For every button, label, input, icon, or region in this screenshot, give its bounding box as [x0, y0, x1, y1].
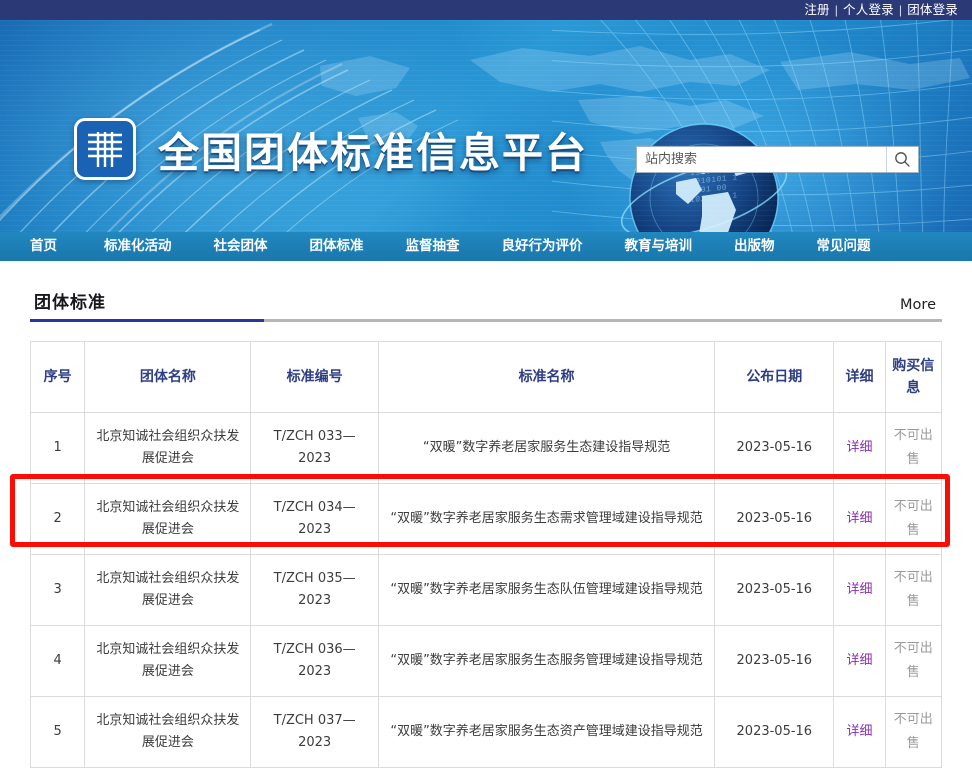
- main-navigation: 首页 标准化活动 社会团体 团体标准 监督抽查 良好行为评价 教育与培训 出版物…: [0, 232, 972, 263]
- site-search: [636, 146, 919, 173]
- search-icon: [895, 152, 910, 167]
- nav-item-activities[interactable]: 标准化活动: [83, 231, 193, 262]
- purchase-status: 不可出售: [893, 712, 933, 751]
- table-row[interactable]: 5 北京知诚社会组织众扶发展促进会 T/ZCH 037—2023 “双暖”数字养…: [29, 696, 943, 768]
- nav-item-group-standards[interactable]: 团体标准: [289, 231, 385, 262]
- cell-code: T/ZCH 036—2023: [250, 625, 379, 697]
- cell-purchase: 不可出售: [884, 696, 943, 768]
- search-input[interactable]: [637, 147, 886, 172]
- purchase-status: 不可出售: [893, 570, 933, 609]
- more-link[interactable]: More: [900, 297, 942, 313]
- nav-item-faq[interactable]: 常见问题: [796, 231, 892, 262]
- site-banner: 0101000 0 110010 0 0010101 1 1101 00 102…: [0, 20, 972, 232]
- cell-org: 北京知诚社会组织众扶发展促进会: [84, 483, 252, 555]
- col-header-org: 团体名称: [84, 341, 252, 413]
- purchase-status: 不可出售: [893, 428, 933, 467]
- col-header-seq: 序号: [29, 341, 86, 413]
- cell-detail: 详细: [833, 554, 886, 626]
- cell-name: “双暖”数字养老居家服务生态服务管理域建设指导规范: [377, 625, 716, 697]
- purchase-status: 不可出售: [893, 499, 933, 538]
- cell-org: 北京知诚社会组织众扶发展促进会: [84, 412, 252, 484]
- nav-item-supervision[interactable]: 监督抽查: [385, 231, 481, 262]
- standards-table: 序号 团体名称 标准编号 标准名称 公布日期 详细 购买信息 1 北京知诚社会组…: [29, 341, 943, 768]
- nav-item-publications[interactable]: 出版物: [713, 231, 796, 262]
- cell-purchase: 不可出售: [884, 554, 943, 626]
- cell-code: T/ZCH 037—2023: [250, 696, 379, 768]
- cell-name: “双暖”数字养老居家服务生态资产管理域建设指导规范: [377, 696, 716, 768]
- personal-login-link[interactable]: 个人登录: [839, 0, 898, 20]
- col-header-detail: 详细: [833, 341, 886, 413]
- search-button[interactable]: [886, 147, 918, 172]
- table-header-row: 序号 团体名称 标准编号 标准名称 公布日期 详细 购买信息: [29, 341, 943, 413]
- cell-purchase: 不可出售: [884, 412, 943, 484]
- page-title: 团体标准: [34, 293, 106, 313]
- detail-link[interactable]: 详细: [846, 511, 872, 526]
- cell-name: “双暖”数字养老居家服务生态需求管理域建设指导规范: [377, 483, 716, 555]
- cell-name: “双暖”数字养老居家服务生态队伍管理域建设指导规范: [377, 554, 716, 626]
- cell-org: 北京知诚社会组织众扶发展促进会: [84, 696, 252, 768]
- brand-block: 全国团体标准信息平台: [74, 118, 588, 180]
- nav-item-associations[interactable]: 社会团体: [193, 231, 289, 262]
- cell-seq: 1: [29, 412, 86, 484]
- nav-item-home[interactable]: 首页: [16, 231, 83, 262]
- cell-date: 2023-05-16: [714, 483, 835, 555]
- cell-code: T/ZCH 033—2023: [250, 412, 379, 484]
- table-row[interactable]: 4 北京知诚社会组织众扶发展促进会 T/ZCH 036—2023 “双暖”数字养…: [29, 625, 943, 697]
- page-content: 团体标准 More 序号 团体名称 标准编号 标准名称 公布日期 详细 购买信息…: [0, 277, 972, 768]
- top-utility-bar: 注册 | 个人登录 | 团体登录: [0, 0, 972, 20]
- table-row[interactable]: 3 北京知诚社会组织众扶发展促进会 T/ZCH 035—2023 “双暖”数字养…: [29, 554, 943, 626]
- nav-item-good-practice[interactable]: 良好行为评价: [481, 231, 604, 262]
- cell-date: 2023-05-16: [714, 625, 835, 697]
- section-underline: [30, 319, 942, 322]
- account-links: 注册 | 个人登录 | 团体登录: [800, 0, 962, 20]
- cell-code: T/ZCH 035—2023: [250, 554, 379, 626]
- cell-seq: 2: [29, 483, 86, 555]
- standards-table-wrap: 序号 团体名称 标准编号 标准名称 公布日期 详细 购买信息 1 北京知诚社会组…: [10, 341, 950, 768]
- cell-org: 北京知诚社会组织众扶发展促进会: [84, 554, 252, 626]
- cell-detail: 详细: [833, 625, 886, 697]
- table-row[interactable]: 1 北京知诚社会组织众扶发展促进会 T/ZCH 033—2023 “双暖”数字养…: [29, 412, 943, 484]
- cell-code: T/ZCH 034—2023: [250, 483, 379, 555]
- site-title: 全国团体标准信息平台: [158, 129, 588, 177]
- nav-item-education[interactable]: 教育与培训: [604, 231, 714, 262]
- cell-date: 2023-05-16: [714, 412, 835, 484]
- cell-date: 2023-05-16: [714, 554, 835, 626]
- cell-detail: 详细: [833, 696, 886, 768]
- detail-link[interactable]: 详细: [846, 653, 872, 668]
- detail-link[interactable]: 详细: [846, 724, 872, 739]
- detail-link[interactable]: 详细: [846, 440, 872, 455]
- cell-detail: 详细: [833, 483, 886, 555]
- register-link[interactable]: 注册: [800, 0, 833, 20]
- section-header: 团体标准 More: [30, 277, 942, 319]
- col-header-code: 标准编号: [250, 341, 379, 413]
- cell-seq: 4: [29, 625, 86, 697]
- cell-org: 北京知诚社会组织众扶发展促进会: [84, 625, 252, 697]
- cell-purchase: 不可出售: [884, 483, 943, 555]
- table-row[interactable]: 2 北京知诚社会组织众扶发展促进会 T/ZCH 034—2023 “双暖”数字养…: [29, 483, 943, 555]
- group-login-link[interactable]: 团体登录: [903, 0, 962, 20]
- cell-date: 2023-05-16: [714, 696, 835, 768]
- cell-detail: 详细: [833, 412, 886, 484]
- detail-link[interactable]: 详细: [846, 582, 872, 597]
- col-header-name: 标准名称: [377, 341, 716, 413]
- col-header-purchase: 购买信息: [884, 341, 943, 413]
- purchase-status: 不可出售: [893, 641, 933, 680]
- platform-logo-icon: [74, 118, 136, 180]
- cell-seq: 5: [29, 696, 86, 768]
- cell-seq: 3: [29, 554, 86, 626]
- cell-purchase: 不可出售: [884, 625, 943, 697]
- cell-name: “双暖”数字养老居家服务生态建设指导规范: [377, 412, 716, 484]
- col-header-date: 公布日期: [714, 341, 835, 413]
